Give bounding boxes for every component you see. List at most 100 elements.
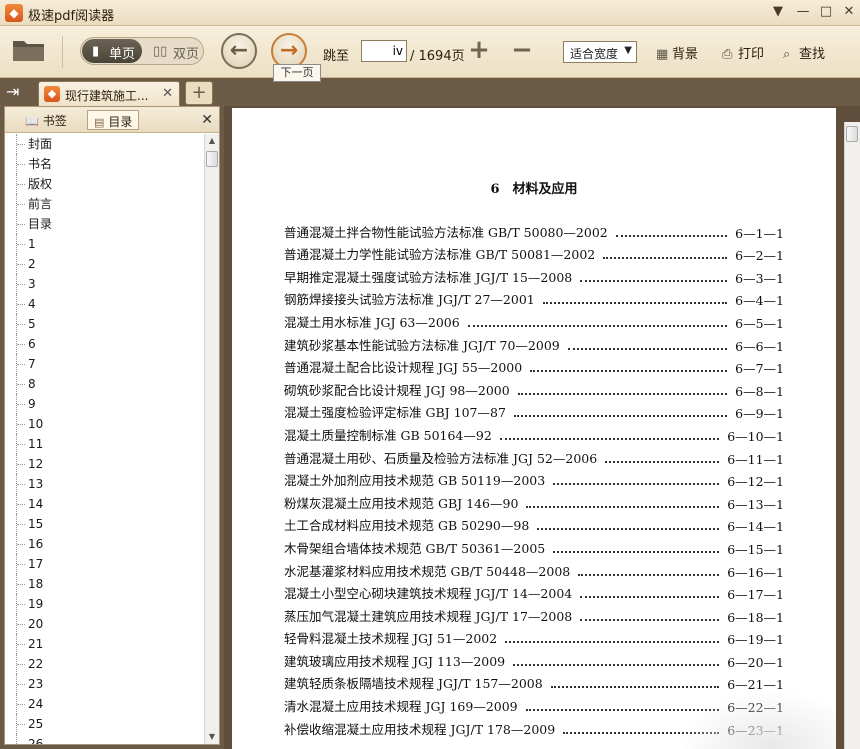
close-tab-button[interactable]: ✕	[162, 86, 173, 101]
toc-entry: 混凝土强度检验评定标准 GBJ 107—87 6—9—1	[284, 399, 784, 422]
bookmark-icon: 📖	[25, 115, 39, 128]
toc-entry: 建筑玻璃应用技术规程 JGJ 113—2009 6—20—1	[284, 647, 784, 670]
toc-entry-title: 混凝土强度检验评定标准 GBJ 107—87	[284, 405, 506, 421]
dot-leader	[580, 596, 720, 599]
window-title: 极速pdf阅读器	[28, 9, 115, 24]
fit-mode-value: 适合宽度	[570, 47, 619, 61]
document-scrollbar[interactable]	[844, 122, 860, 749]
tab-label: 现行建筑施工...	[65, 89, 149, 103]
sidebar-toc-item[interactable]: 版权	[5, 174, 205, 194]
page-number-input[interactable]	[361, 40, 407, 62]
sidebar-toggle-button[interactable]: ⇥	[6, 83, 26, 101]
sidebar-toc-item[interactable]: 前言	[5, 194, 205, 214]
sidebar-toc-item[interactable]: 13	[5, 474, 205, 494]
toc-entry-title: 清水混凝土应用技术规程 JGJ 169—2009	[284, 699, 518, 715]
toc-entry-title: 建筑轻质条板隔墙技术规程 JGJ/T 157—2008	[284, 676, 543, 692]
dot-leader	[603, 257, 728, 260]
sidebar-toc-item[interactable]: 18	[5, 574, 205, 594]
dot-leader	[615, 234, 728, 237]
open-file-button[interactable]	[12, 37, 46, 63]
watermark	[676, 689, 836, 749]
scroll-up-arrow-icon[interactable]: ▲	[205, 134, 219, 148]
sidebar-toc-item[interactable]: 26	[5, 734, 205, 744]
sidebar-toc-item[interactable]: 16	[5, 534, 205, 554]
zoom-in-button[interactable]: +	[467, 37, 491, 63]
dot-leader	[537, 528, 720, 531]
document-viewer: 6 材料及应用 普通混凝土拌合物性能试验方法标准 GB/T 50080—2002…	[224, 106, 860, 749]
dot-leader	[530, 370, 728, 373]
toc-entry-page: 6—8—1	[735, 383, 784, 399]
minimize-button[interactable]: —	[793, 3, 813, 21]
sidebar-toc-item[interactable]: 1	[5, 234, 205, 254]
sidebar-toc-item[interactable]: 8	[5, 374, 205, 394]
new-tab-button[interactable]: +	[185, 81, 213, 105]
scrollbar-thumb[interactable]	[846, 126, 858, 142]
sidebar-toc-item[interactable]: 书名	[5, 154, 205, 174]
toc-entry-title: 建筑砂浆基本性能试验方法标准 JGJ/T 70—2009	[284, 337, 560, 353]
sidebar-toc-item[interactable]: 6	[5, 334, 205, 354]
sidebar-toc-item[interactable]: 22	[5, 654, 205, 674]
sidebar-toc-item[interactable]: 23	[5, 674, 205, 694]
double-page-button[interactable]: ▯▯ 双页	[143, 39, 203, 63]
tab-toc[interactable]: ▤ 目录	[87, 110, 140, 130]
sidebar-toc-item[interactable]: 12	[5, 454, 205, 474]
single-page-label: 单页	[109, 47, 136, 62]
toc-entry: 普通混凝土配合比设计规程 JGJ 55—2000 6—7—1	[284, 354, 784, 376]
sidebar-toc-item[interactable]: 11	[5, 434, 205, 454]
sidebar-toc-item[interactable]: 10	[5, 414, 205, 434]
search-icon: ⌕	[783, 47, 791, 62]
tab-document[interactable]: ◆ 现行建筑施工... ✕	[38, 81, 180, 106]
scroll-down-arrow-icon[interactable]: ▼	[205, 730, 219, 744]
toc-entry-title: 土工合成材料应用技术规范 GB 50290—98	[284, 518, 530, 534]
sidebar-toc-item[interactable]: 9	[5, 394, 205, 414]
dot-leader	[499, 437, 720, 440]
maximize-button[interactable]: □	[816, 3, 836, 21]
sidebar-toc-item[interactable]: 19	[5, 594, 205, 614]
sidebar-toc-item[interactable]: 4	[5, 294, 205, 314]
folder-icon	[13, 41, 44, 61]
sidebar-toc-item[interactable]: 20	[5, 614, 205, 634]
toolbar: ▮ 单页 ▯▯ 双页 ← → 跳至 / 1694页 + − 适合宽度 ▼ ▦背景…	[0, 26, 860, 78]
sidebar-toc-item[interactable]: 7	[5, 354, 205, 374]
background-button[interactable]: ▦ 背景	[656, 43, 698, 62]
toc-entry-page: 6—2—1	[735, 248, 784, 264]
zoom-out-button[interactable]: −	[510, 37, 534, 63]
sidebar-scrollbar[interactable]: ▲ ▼	[204, 134, 219, 744]
sidebar-toc-item[interactable]: 21	[5, 634, 205, 654]
toc-entry-page: 6—9—1	[735, 406, 784, 422]
toc-entry-title: 普通混凝土力学性能试验方法标准 GB/T 50081—2002	[284, 247, 596, 263]
close-window-button[interactable]: ✕	[839, 3, 859, 21]
sidebar-toc-item[interactable]: 目录	[5, 214, 205, 234]
scrollbar-thumb[interactable]	[206, 151, 218, 167]
arrow-left-icon: ←	[229, 38, 249, 63]
sidebar-toc-item[interactable]: 15	[5, 514, 205, 534]
plus-icon: +	[191, 82, 207, 103]
pdf-file-icon: ◆	[44, 86, 60, 102]
previous-page-button[interactable]: ←	[221, 33, 257, 69]
close-sidebar-button[interactable]: ✕	[201, 112, 213, 128]
sidebar-toc-item[interactable]: 17	[5, 554, 205, 574]
toc-entry: 轻骨料混凝土技术规程 JGJ 51—2002 6—19—1	[284, 625, 784, 647]
tab-bookmarks[interactable]: 📖 书签	[19, 110, 73, 130]
toc-entry-title: 蒸压加气混凝土建筑应用技术规程 JGJ/T 17—2008	[284, 608, 573, 624]
sidebar-toc-item[interactable]: 24	[5, 694, 205, 714]
double-page-label: 双页	[173, 47, 200, 62]
toc-entry-page: 6—18—1	[727, 609, 784, 625]
toc-entry-title: 钢筋焊接接头试验方法标准 JGJ/T 27—2001	[284, 292, 535, 308]
single-page-button[interactable]: ▮ 单页	[82, 39, 142, 63]
menu-dropdown-icon[interactable]: ▼	[768, 3, 788, 21]
toc-entry-page: 6—13—1	[727, 496, 784, 512]
toc-entry-page: 6—3—1	[735, 270, 784, 286]
sidebar-toc-item[interactable]: 14	[5, 494, 205, 514]
sidebar-toc-item[interactable]: 3	[5, 274, 205, 294]
dot-leader	[542, 302, 728, 305]
fit-mode-select[interactable]: 适合宽度 ▼	[563, 41, 637, 63]
dot-leader	[517, 392, 728, 395]
sidebar-toc-item[interactable]: 25	[5, 714, 205, 734]
print-button[interactable]: ⎙ 打印	[722, 43, 764, 62]
sidebar-toc-item[interactable]: 封面	[5, 134, 205, 154]
find-button[interactable]: ⌕ 查找	[783, 43, 825, 62]
chapter-heading: 6 材料及应用	[490, 182, 578, 197]
sidebar-toc-item[interactable]: 5	[5, 314, 205, 334]
sidebar-toc-item[interactable]: 2	[5, 254, 205, 274]
